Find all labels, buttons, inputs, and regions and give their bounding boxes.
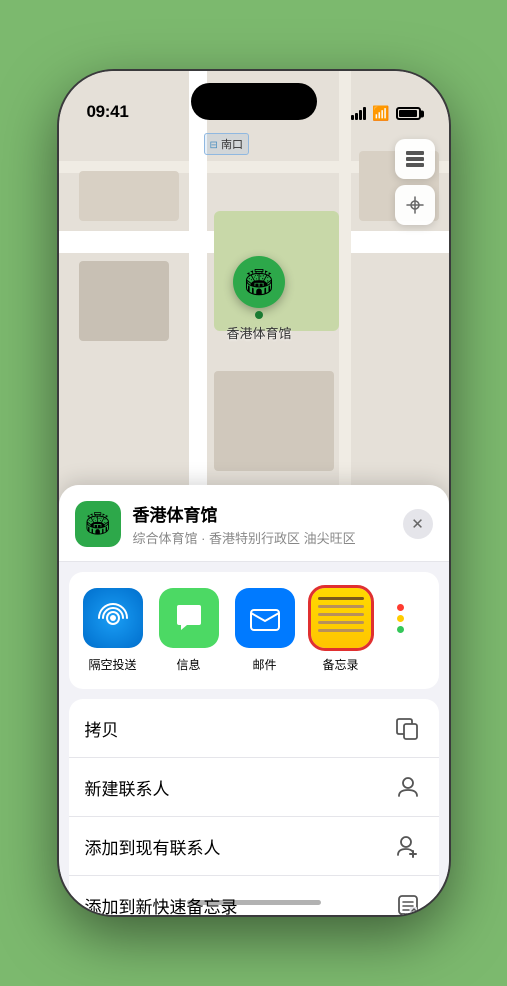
- share-options-row: 隔空投送 信息: [69, 572, 439, 689]
- pin-label: 香港体育馆: [227, 323, 292, 342]
- signal-icon: [351, 107, 366, 120]
- airdrop-icon: [83, 588, 143, 648]
- location-icon: [406, 196, 424, 214]
- add-contact-action[interactable]: 添加到现有联系人: [69, 817, 439, 876]
- stadium-icon: 🏟: [242, 267, 275, 298]
- venue-icon: 🏟: [75, 501, 121, 547]
- venue-info: 香港体育馆 综合体育馆 · 香港特别行政区 油尖旺区: [133, 501, 391, 547]
- share-message[interactable]: 信息: [153, 588, 225, 673]
- dynamic-island: [191, 83, 317, 120]
- copy-icon: [393, 713, 423, 743]
- new-contact-label: 新建联系人: [85, 775, 170, 800]
- share-notes[interactable]: 备忘录: [305, 588, 377, 673]
- phone-frame: 09:41 📶: [59, 71, 449, 915]
- venue-pin[interactable]: 🏟 香港体育馆: [227, 256, 292, 342]
- map-layers-button[interactable]: [395, 139, 435, 179]
- mail-symbol: [247, 600, 283, 636]
- more-icon: [381, 588, 421, 648]
- quick-note-icon: [393, 890, 423, 915]
- wifi-icon: 📶: [372, 105, 389, 122]
- airdrop-symbol: [95, 600, 131, 636]
- notes-icon: [311, 588, 371, 648]
- new-contact-icon: [393, 772, 423, 802]
- pin-circle: 🏟: [233, 256, 285, 308]
- share-airdrop[interactable]: 隔空投送: [77, 588, 149, 673]
- airdrop-label: 隔空投送: [88, 656, 136, 673]
- map-block1: [79, 171, 179, 221]
- venue-name: 香港体育馆: [133, 501, 391, 526]
- message-icon: [159, 588, 219, 648]
- new-contact-action[interactable]: 新建联系人: [69, 758, 439, 817]
- home-indicator: [187, 900, 321, 905]
- map-road-v2: [339, 71, 351, 501]
- share-more[interactable]: [381, 588, 421, 673]
- close-button[interactable]: ✕: [403, 509, 433, 539]
- action-list: 拷贝 新建联系人: [69, 699, 439, 915]
- notes-label: 备忘录: [322, 656, 358, 673]
- copy-action[interactable]: 拷贝: [69, 699, 439, 758]
- add-contact-label: 添加到现有联系人: [85, 834, 221, 859]
- battery-icon: [396, 107, 421, 120]
- status-icons: 📶: [351, 105, 420, 122]
- phone-screen: 09:41 📶: [59, 71, 449, 915]
- map-layers-icon: [404, 148, 426, 170]
- pin-dot: [255, 311, 263, 319]
- quick-note-action[interactable]: 添加到新快速备忘录: [69, 876, 439, 915]
- status-time: 09:41: [87, 102, 129, 122]
- location-button[interactable]: [395, 185, 435, 225]
- venue-description: 综合体育馆 · 香港特别行政区 油尖旺区: [133, 528, 391, 547]
- mail-icon: [235, 588, 295, 648]
- message-symbol: [172, 601, 206, 635]
- share-mail[interactable]: 邮件: [229, 588, 301, 673]
- mail-label: 邮件: [252, 656, 276, 673]
- map-block2: [79, 261, 169, 341]
- venue-header: 🏟 香港体育馆 综合体育馆 · 香港特别行政区 油尖旺区 ✕: [59, 485, 449, 562]
- add-contact-icon: [393, 831, 423, 861]
- map-block3: [214, 371, 334, 471]
- bottom-sheet: 🏟 香港体育馆 综合体育馆 · 香港特别行政区 油尖旺区 ✕: [59, 485, 449, 915]
- map-area[interactable]: ⊟ 南口 🏟: [59, 71, 449, 501]
- map-label: ⊟ 南口: [204, 133, 249, 155]
- copy-label: 拷贝: [85, 716, 119, 741]
- message-label: 信息: [176, 656, 200, 673]
